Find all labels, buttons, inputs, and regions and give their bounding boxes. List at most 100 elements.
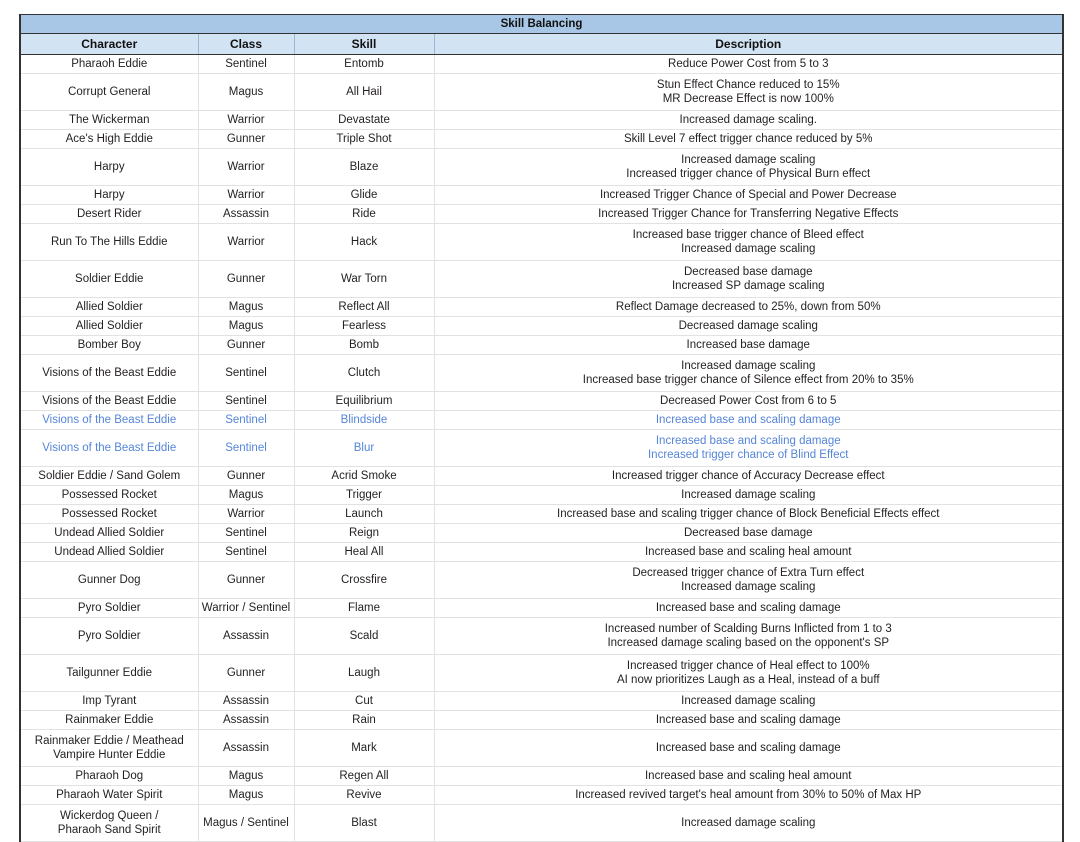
cell-class-line: Warrior / Sentinel: [201, 601, 292, 615]
cell-description-line: Increased Trigger Chance for Transferrin…: [437, 207, 1061, 221]
table-row[interactable]: Imp TyrantAssassinCutIncreased damage sc…: [20, 692, 1063, 711]
column-header-character[interactable]: Character: [20, 34, 198, 55]
cell-description-line: Decreased Power Cost from 6 to 5: [437, 394, 1061, 408]
cell-description: Increased base and scaling damageIncreas…: [434, 430, 1063, 467]
cell-skill-line: Laugh: [297, 666, 432, 680]
cell-description: Increased base and scaling damage: [434, 599, 1063, 618]
table-row[interactable]: Visions of the Beast EddieSentinelBlurIn…: [20, 430, 1063, 467]
table-row[interactable]: HarpyWarriorBlazeIncreased damage scalin…: [20, 149, 1063, 186]
cell-character: Imp Tyrant: [20, 692, 198, 711]
cell-description-line: Increased base trigger chance of Silence…: [437, 373, 1061, 387]
cell-character-line: Visions of the Beast Eddie: [23, 441, 196, 455]
column-header-class[interactable]: Class: [198, 34, 294, 55]
cell-skill-line: Revive: [297, 788, 432, 802]
cell-class: Warrior: [198, 111, 294, 130]
cell-class-line: Sentinel: [201, 57, 292, 71]
cell-character-line: Vampire Hunter Eddie: [23, 748, 196, 762]
cell-skill-line: Reign: [297, 526, 432, 540]
cell-description-line: Decreased base damage: [437, 526, 1061, 540]
cell-description-line: Increased trigger chance of Accuracy Dec…: [437, 469, 1061, 483]
table-row[interactable]: Gunner DogGunnerCrossfireDecreased trigg…: [20, 562, 1063, 599]
cell-skill-line: Bomb: [297, 338, 432, 352]
cell-description: Increased revived target's heal amount f…: [434, 786, 1063, 805]
cell-description: Increased base damage: [434, 336, 1063, 355]
cell-character-line: Ace's High Eddie: [23, 132, 196, 146]
cell-description-line: Increased damage scaling: [437, 153, 1061, 167]
table-row[interactable]: Visions of the Beast EddieSentinelEquili…: [20, 392, 1063, 411]
cell-description: Increased base and scaling damage: [434, 411, 1063, 430]
cell-character: Undead Allied Soldier: [20, 543, 198, 562]
cell-description: Skill Level 7 effect trigger chance redu…: [434, 130, 1063, 149]
table-row[interactable]: Rainmaker EddieAssassinRainIncreased bas…: [20, 711, 1063, 730]
table-row[interactable]: Wickerdog Queen /Pharaoh Sand SpiritMagu…: [20, 805, 1063, 842]
cell-character-line: Pyro Soldier: [23, 629, 196, 643]
table-row[interactable]: Tailgunner EddieGunnerLaughIncreased tri…: [20, 655, 1063, 692]
cell-character: Pyro Soldier: [20, 599, 198, 618]
table-row[interactable]: Soldier EddieGunnerWar TornDecreased bas…: [20, 261, 1063, 298]
cell-skill: Trigger: [294, 486, 434, 505]
cell-class-line: Magus: [201, 788, 292, 802]
cell-skill-line: Launch: [297, 507, 432, 521]
table-row[interactable]: Visions of the Beast EddieSentinelBlinds…: [20, 411, 1063, 430]
cell-description: Reflect Damage decreased to 25%, down fr…: [434, 298, 1063, 317]
cell-class-line: Magus: [201, 300, 292, 314]
cell-character-line: Harpy: [23, 188, 196, 202]
cell-class: Magus: [198, 767, 294, 786]
cell-class: Sentinel: [198, 411, 294, 430]
cell-description: Increased damage scaling: [434, 692, 1063, 711]
cell-class: Magus: [198, 486, 294, 505]
table-row[interactable]: Rainmaker Eddie / MeatheadVampire Hunter…: [20, 730, 1063, 767]
cell-character: Harpy: [20, 186, 198, 205]
cell-description-line: Increased base and scaling trigger chanc…: [437, 507, 1061, 521]
cell-description-line: Increased base trigger chance of Bleed e…: [437, 228, 1061, 242]
table-row[interactable]: Possessed RocketMagusTriggerIncreased da…: [20, 486, 1063, 505]
cell-character: Harpy: [20, 149, 198, 186]
table-row[interactable]: Possessed RocketWarriorLaunchIncreased b…: [20, 505, 1063, 524]
cell-description-line: Increased base damage: [437, 338, 1061, 352]
cell-skill: Rain: [294, 711, 434, 730]
column-header-skill[interactable]: Skill: [294, 34, 434, 55]
cell-class: Sentinel: [198, 55, 294, 74]
table-row[interactable]: Visions of the Beast EddieSentinelClutch…: [20, 355, 1063, 392]
table-row[interactable]: Pharaoh DogMagusRegen AllIncreased base …: [20, 767, 1063, 786]
cell-class-line: Sentinel: [201, 545, 292, 559]
cell-description-line: Increased damage scaling: [437, 816, 1061, 830]
cell-character: Visions of the Beast Eddie: [20, 392, 198, 411]
table-row[interactable]: Pharaoh EddieSentinelEntombReduce Power …: [20, 55, 1063, 74]
table-row[interactable]: Undead Allied SoldierSentinelReignDecrea…: [20, 524, 1063, 543]
table-row[interactable]: Desert RiderAssassinRideIncreased Trigge…: [20, 205, 1063, 224]
cell-character-line: Possessed Rocket: [23, 507, 196, 521]
cell-character: Allied Soldier: [20, 317, 198, 336]
table-row[interactable]: Soldier Eddie / Sand GolemGunnerAcrid Sm…: [20, 467, 1063, 486]
table-row[interactable]: Bomber BoyGunnerBombIncreased base damag…: [20, 336, 1063, 355]
cell-description-line: Increased trigger chance of Heal effect …: [437, 659, 1061, 673]
cell-description-line: Increased damage scaling: [437, 488, 1061, 502]
cell-skill: Launch: [294, 505, 434, 524]
table-row[interactable]: Pharaoh Water SpiritMagusReviveIncreased…: [20, 786, 1063, 805]
table-row[interactable]: Pyro SoldierAssassinScaldIncreased numbe…: [20, 618, 1063, 655]
table-row[interactable]: HarpyWarriorGlideIncreased Trigger Chanc…: [20, 186, 1063, 205]
column-header-description[interactable]: Description: [434, 34, 1063, 55]
cell-class: Assassin: [198, 205, 294, 224]
table-header-row: Character Class Skill Description: [20, 34, 1063, 55]
cell-class-line: Sentinel: [201, 441, 292, 455]
cell-description: Increased base and scaling heal amount: [434, 543, 1063, 562]
cell-character-line: The Wickerman: [23, 113, 196, 127]
table-row[interactable]: Pyro SoldierWarrior / SentinelFlameIncre…: [20, 599, 1063, 618]
cell-character-line: Pharaoh Dog: [23, 769, 196, 783]
cell-description-line: Skill Level 7 effect trigger chance redu…: [437, 132, 1061, 146]
cell-skill: Cut: [294, 692, 434, 711]
table-body: Pharaoh EddieSentinelEntombReduce Power …: [20, 55, 1063, 842]
table-row[interactable]: Ace's High EddieGunnerTriple ShotSkill L…: [20, 130, 1063, 149]
cell-skill: Devastate: [294, 111, 434, 130]
table-row[interactable]: Corrupt GeneralMagusAll HailStun Effect …: [20, 74, 1063, 111]
cell-class: Warrior: [198, 186, 294, 205]
table-row[interactable]: Undead Allied SoldierSentinelHeal AllInc…: [20, 543, 1063, 562]
table-row[interactable]: Run To The Hills EddieWarriorHackIncreas…: [20, 224, 1063, 261]
table-row[interactable]: The WickermanWarriorDevastateIncreased d…: [20, 111, 1063, 130]
table-row[interactable]: Allied SoldierMagusFearlessDecreased dam…: [20, 317, 1063, 336]
cell-class: Assassin: [198, 730, 294, 767]
cell-class-line: Gunner: [201, 469, 292, 483]
table-row[interactable]: Allied SoldierMagusReflect AllReflect Da…: [20, 298, 1063, 317]
cell-character-line: Soldier Eddie: [23, 272, 196, 286]
